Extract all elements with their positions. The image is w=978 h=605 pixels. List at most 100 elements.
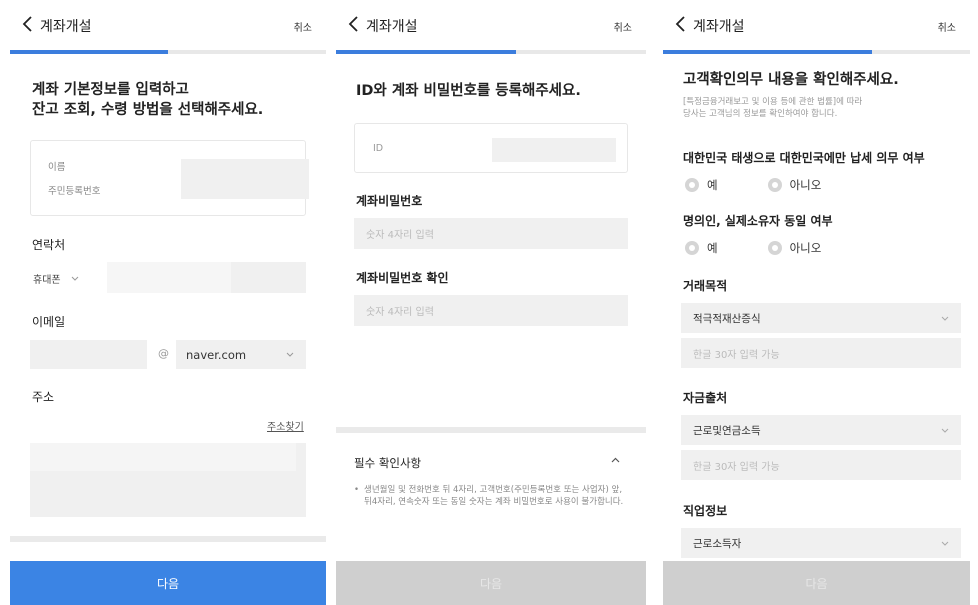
next-button[interactable]: 다음: [10, 561, 326, 605]
radio-icon: [685, 241, 699, 255]
chevron-down-icon: [71, 276, 78, 281]
source-etc-input[interactable]: 한글 30자 입력 가능: [681, 450, 961, 480]
progress-bar: [336, 50, 646, 54]
at-sign: @: [158, 347, 169, 360]
source-label: 자금출처: [683, 391, 728, 405]
notice-body: • 생년월일 및 전화번호 뒤 4자리, 고객번호(주민등록번호 또는 사업자)…: [354, 485, 626, 508]
header: 계좌개설 취소: [10, 0, 326, 50]
notice-header[interactable]: 필수 확인사항: [354, 452, 628, 472]
radio-label: 아니오: [789, 178, 822, 192]
back-arrow-icon[interactable]: [22, 16, 34, 32]
phone-number-field[interactable]: [107, 262, 306, 293]
password-placeholder: 숫자 4자리 입력: [366, 230, 434, 241]
radio-owner-no[interactable]: 아니오: [767, 240, 822, 256]
page-title: 계좌개설: [366, 19, 418, 35]
email-label: 이메일: [32, 315, 66, 329]
chevron-down-icon: [941, 316, 949, 321]
screens-container: 계좌개설 취소 계좌 기본정보를 입력하고 잔고 조회, 수령 방법을 선택해주…: [0, 0, 978, 605]
address-field-line: [30, 443, 296, 471]
radio-icon: [767, 241, 782, 255]
header: 계좌개설 취소: [663, 0, 970, 50]
progress-fill: [663, 50, 872, 54]
purpose-etc-input[interactable]: 한글 30자 입력 가능: [681, 338, 961, 368]
purpose-label: 거래목적: [683, 279, 728, 293]
progress-fill: [336, 50, 516, 54]
phone-type-value: 휴대폰: [33, 274, 61, 286]
address-field[interactable]: [30, 443, 306, 517]
next-button[interactable]: 다음: [336, 561, 646, 605]
next-button[interactable]: 다음: [663, 561, 970, 605]
notice-bullet: •: [354, 485, 360, 495]
divider: [10, 536, 326, 542]
page-heading: 고객확인의무 내용을 확인해주세요.: [683, 72, 899, 88]
back-arrow-icon[interactable]: [675, 16, 687, 32]
heading-line-1: 계좌 기본정보를 입력하고: [32, 82, 189, 98]
radio-icon: [767, 178, 782, 192]
job-select[interactable]: 근로소득자: [681, 528, 961, 558]
back-arrow-icon[interactable]: [348, 16, 360, 32]
purpose-value: 적극적재산증식: [693, 312, 761, 325]
identity-box: 이름 주민등록번호: [30, 140, 309, 216]
radio-group-tax: 예 아니오: [685, 177, 821, 193]
password-input[interactable]: 숫자 4자리 입력: [354, 218, 628, 249]
screen-id-password: 계좌개설 취소 ID와 계좌 비밀번호를 등록해주세요. ID 계좌비밀번호 숫…: [336, 0, 646, 605]
page-heading: 계좌 기본정보를 입력하고 잔고 조회, 수령 방법을 선택해주세요.: [32, 80, 263, 120]
question-owner: 명의인, 실제소유자 동일 여부: [683, 214, 833, 228]
page-title: 계좌개설: [40, 19, 92, 35]
id-label: ID: [373, 143, 384, 154]
radio-label: 아니오: [789, 241, 822, 255]
radio-label: 예: [707, 178, 718, 192]
password-confirm-placeholder: 숫자 4자리 입력: [366, 307, 434, 318]
password-confirm-label: 계좌비밀번호 확인: [356, 271, 449, 285]
progress-fill: [10, 50, 168, 54]
radio-tax-yes[interactable]: 예: [685, 177, 718, 193]
subtext-line-1: [특정금융거래보고 및 이용 등에 관한 법률]에 따라: [683, 97, 863, 107]
question-tax: 대한민국 태생으로 대한민국에만 납세 의무 여부: [683, 151, 925, 165]
chevron-up-icon[interactable]: [611, 457, 620, 463]
screen-kyc: 계좌개설 취소 고객확인의무 내용을 확인해주세요. [특정금융거래보고 및 이…: [663, 0, 970, 605]
cancel-button[interactable]: 취소: [614, 19, 632, 34]
page-heading: ID와 계좌 비밀번호를 등록해주세요.: [356, 83, 581, 99]
rrn-label: 주민등록번호: [48, 186, 101, 197]
divider: [336, 427, 646, 433]
id-box: ID: [354, 123, 628, 173]
chevron-down-icon: [941, 541, 949, 546]
source-select[interactable]: 근로및연금소득: [681, 415, 961, 445]
source-etc-placeholder: 한글 30자 입력 가능: [693, 461, 780, 473]
id-field[interactable]: [492, 138, 616, 162]
job-value: 근로소득자: [693, 537, 742, 550]
screen-basic-info: 계좌개설 취소 계좌 기본정보를 입력하고 잔고 조회, 수령 방법을 선택해주…: [10, 0, 326, 605]
progress-bar: [663, 50, 970, 54]
password-confirm-input[interactable]: 숫자 4자리 입력: [354, 295, 628, 326]
email-domain-select[interactable]: naver.com: [176, 340, 306, 369]
chevron-down-icon: [941, 428, 949, 433]
notice-text: 생년월일 및 전화번호 뒤 4자리, 고객번호(주민등록번호 또는 사업자) 앞…: [364, 485, 624, 507]
contact-label: 연락처: [32, 238, 66, 252]
radio-group-owner: 예 아니오: [685, 240, 821, 256]
radio-icon: [685, 178, 699, 192]
page-subtext: [특정금융거래보고 및 이용 등에 관한 법률]에 따라 당사는 고객님의 정보…: [683, 96, 862, 120]
purpose-etc-placeholder: 한글 30자 입력 가능: [693, 349, 780, 361]
source-value: 근로및연금소득: [693, 424, 761, 437]
phone-type-select[interactable]: 휴대폰: [30, 264, 108, 292]
radio-tax-no[interactable]: 아니오: [767, 177, 822, 193]
address-find-link[interactable]: 주소찾기: [267, 418, 304, 433]
email-domain-value: naver.com: [186, 347, 247, 362]
name-label: 이름: [48, 162, 66, 173]
address-label: 주소: [32, 390, 55, 404]
cancel-button[interactable]: 취소: [938, 19, 956, 34]
notice-title: 필수 확인사항: [354, 456, 422, 470]
cancel-button[interactable]: 취소: [294, 19, 312, 34]
password-label: 계좌비밀번호: [356, 194, 423, 208]
header: 계좌개설 취소: [336, 0, 646, 50]
subtext-line-2: 당사는 고객님의 정보를 확인하여야 합니다.: [683, 109, 838, 119]
chevron-down-icon: [286, 352, 294, 357]
radio-label: 예: [707, 241, 718, 255]
heading-line-2: 잔고 조회, 수령 방법을 선택해주세요.: [32, 102, 264, 118]
radio-owner-yes[interactable]: 예: [685, 240, 718, 256]
email-id-field[interactable]: [30, 340, 147, 369]
page-title: 계좌개설: [693, 19, 745, 35]
progress-bar: [10, 50, 326, 54]
purpose-select[interactable]: 적극적재산증식: [681, 303, 961, 333]
identity-value-field[interactable]: [181, 159, 309, 199]
